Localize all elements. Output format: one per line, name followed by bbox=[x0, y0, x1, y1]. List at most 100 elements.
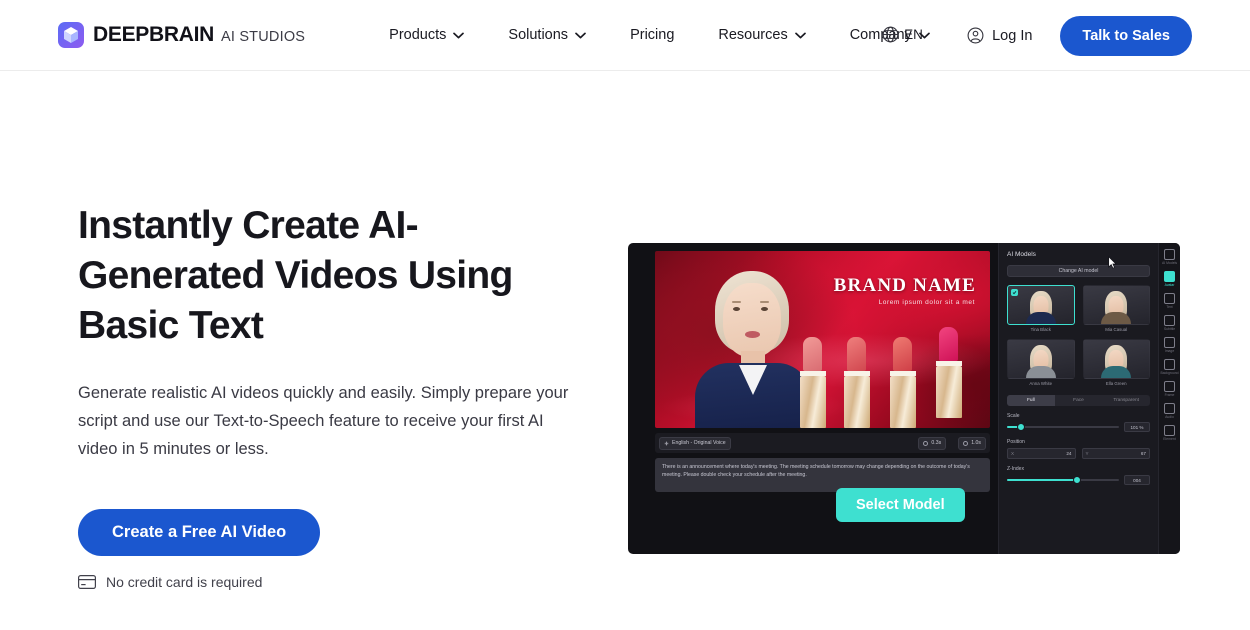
model-thumbnail bbox=[1082, 339, 1150, 379]
scale-value[interactable]: 101 % bbox=[1124, 422, 1150, 432]
header-actions: EN Log In Talk to Sales bbox=[882, 0, 1250, 71]
model-thumbnail bbox=[1007, 339, 1075, 379]
select-model-button[interactable]: Select Model bbox=[836, 488, 965, 522]
position-x-value: 24 bbox=[1066, 451, 1072, 456]
model-body bbox=[1101, 312, 1132, 324]
lipstick-4 bbox=[936, 327, 962, 418]
nav-label: Products bbox=[389, 27, 447, 43]
model-thumbnail bbox=[1082, 285, 1150, 325]
nav-label: Resources bbox=[718, 27, 788, 43]
rail-item-text[interactable]: Text bbox=[1159, 293, 1180, 309]
model-grid: Tina Black Mia Casual Anna White Ella Gr… bbox=[1007, 285, 1150, 386]
no-credit-card-label: No credit card is required bbox=[106, 574, 263, 590]
rail-item-element[interactable]: Element bbox=[1159, 425, 1180, 441]
lipstick-3 bbox=[890, 337, 916, 428]
chevron-down-icon bbox=[794, 32, 806, 38]
view-mode-segmented-control: Full Face Transparent bbox=[1007, 395, 1150, 406]
z-index-slider-row: 004 bbox=[1007, 475, 1150, 485]
model-body bbox=[1101, 366, 1132, 378]
hero-copy: Instantly Create AI-Generated Videos Usi… bbox=[78, 201, 598, 590]
rail-label: Element bbox=[1163, 437, 1176, 441]
globe-icon bbox=[882, 26, 899, 43]
scale-slider[interactable] bbox=[1007, 423, 1119, 431]
nav-item-pricing[interactable]: Pricing bbox=[608, 27, 696, 43]
ai-models-icon bbox=[1164, 249, 1175, 260]
rail-label: AI Models bbox=[1161, 261, 1178, 265]
voice-icon bbox=[664, 441, 669, 445]
rail-item-audio[interactable]: Audio bbox=[1159, 403, 1180, 419]
lipstick-2 bbox=[844, 337, 870, 428]
model-body bbox=[1025, 312, 1056, 324]
hero-paragraph: Generate realistic AI videos quickly and… bbox=[78, 384, 569, 458]
position-x-field[interactable]: X 24 bbox=[1007, 448, 1076, 459]
avatar-mouth bbox=[745, 331, 760, 338]
position-fields: X 24 Y 67 bbox=[1007, 448, 1150, 459]
page-title: Instantly Create AI-Generated Videos Usi… bbox=[78, 204, 513, 347]
model-name: Ella Green bbox=[1105, 381, 1127, 386]
ai-avatar-preview bbox=[689, 263, 817, 428]
nav-label: Pricing bbox=[630, 27, 675, 43]
position-y-field[interactable]: Y 67 bbox=[1081, 448, 1150, 459]
rail-label: Avatar bbox=[1164, 283, 1175, 287]
model-card[interactable]: Anna White bbox=[1007, 339, 1075, 386]
z-index-label: Z-Index bbox=[1007, 466, 1024, 472]
segment-full[interactable]: Full bbox=[1007, 395, 1055, 406]
logo[interactable]: DEEPBRAIN AI STUDIOS bbox=[58, 22, 305, 48]
position-label: Position bbox=[1007, 439, 1025, 445]
rail-item-avatar[interactable]: Avatar bbox=[1159, 271, 1180, 287]
voice-language-chip[interactable]: English - Original Voice bbox=[659, 436, 731, 450]
model-card[interactable]: Mia Casual bbox=[1082, 285, 1150, 332]
avatar-brow-left bbox=[732, 301, 741, 303]
timing-chip-end[interactable]: 1.0s bbox=[958, 436, 986, 450]
background-icon bbox=[1164, 359, 1175, 370]
checkmark-icon bbox=[1011, 289, 1018, 296]
text-icon bbox=[1164, 293, 1175, 304]
z-index-slider[interactable] bbox=[1007, 476, 1119, 484]
z-index-value[interactable]: 004 bbox=[1124, 475, 1150, 485]
model-card-selected[interactable]: Tina Black bbox=[1007, 285, 1075, 332]
brand-name-text: BRAND NAME bbox=[833, 275, 976, 296]
image-icon bbox=[1164, 337, 1175, 348]
avatar-face bbox=[723, 283, 781, 357]
rail-item-background[interactable]: Background bbox=[1159, 359, 1180, 375]
model-body bbox=[1025, 366, 1056, 378]
nav-item-resources[interactable]: Resources bbox=[696, 27, 827, 43]
rail-label: Frame bbox=[1164, 393, 1175, 397]
create-free-ai-video-button[interactable]: Create a Free AI Video bbox=[78, 509, 321, 556]
avatar-eye-right bbox=[761, 307, 768, 311]
avatar-brow-right bbox=[760, 301, 769, 303]
panel-title: AI Models bbox=[1007, 251, 1036, 258]
ai-models-panel: AI Models Change AI model Tina Black Mia… bbox=[998, 243, 1158, 554]
rail-item-subtitle[interactable]: Subtitle bbox=[1159, 315, 1180, 331]
position-y-axis: Y bbox=[1085, 451, 1089, 456]
clock-icon bbox=[923, 440, 929, 446]
model-name: Anna White bbox=[1029, 381, 1053, 386]
rail-item-frame[interactable]: Frame bbox=[1159, 381, 1180, 397]
position-y-value: 67 bbox=[1140, 451, 1146, 456]
talk-to-sales-button[interactable]: Talk to Sales bbox=[1060, 15, 1192, 56]
position-x-axis: X bbox=[1011, 451, 1015, 456]
model-card[interactable]: Ella Green bbox=[1082, 339, 1150, 386]
scale-slider-row: 101 % bbox=[1007, 422, 1150, 432]
login-button[interactable]: Log In bbox=[967, 27, 1032, 44]
timing-chip-label: 0.3s bbox=[931, 440, 942, 446]
user-circle-icon bbox=[967, 27, 984, 44]
video-canvas[interactable]: BRAND NAME Lorem ipsum dolor sit a met bbox=[655, 251, 990, 428]
timing-chip-start[interactable]: 0.3s bbox=[918, 436, 947, 450]
segment-face[interactable]: Face bbox=[1055, 395, 1103, 406]
main-navigation: Products Solutions Pricing Resources Com… bbox=[367, 27, 952, 43]
script-textarea[interactable]: There is an announcement where today's m… bbox=[655, 458, 990, 492]
rail-item-ai-models[interactable]: AI Models bbox=[1159, 249, 1180, 265]
login-label: Log In bbox=[992, 27, 1033, 44]
change-ai-model-button[interactable]: Change AI model bbox=[1007, 265, 1150, 277]
element-icon bbox=[1164, 425, 1175, 436]
nav-item-products[interactable]: Products bbox=[367, 27, 486, 43]
rail-label: Subtitle bbox=[1163, 327, 1176, 331]
brand-subtitle-text: Lorem ipsum dolor sit a met bbox=[878, 299, 975, 306]
site-header: DEEPBRAIN AI STUDIOS Products Solutions … bbox=[0, 0, 1250, 71]
rail-item-image[interactable]: Image bbox=[1159, 337, 1180, 353]
segment-transparent[interactable]: Transparent bbox=[1102, 395, 1150, 406]
nav-item-solutions[interactable]: Solutions bbox=[486, 27, 608, 43]
model-name: Tina Black bbox=[1030, 327, 1051, 332]
language-selector[interactable]: EN bbox=[882, 26, 923, 43]
